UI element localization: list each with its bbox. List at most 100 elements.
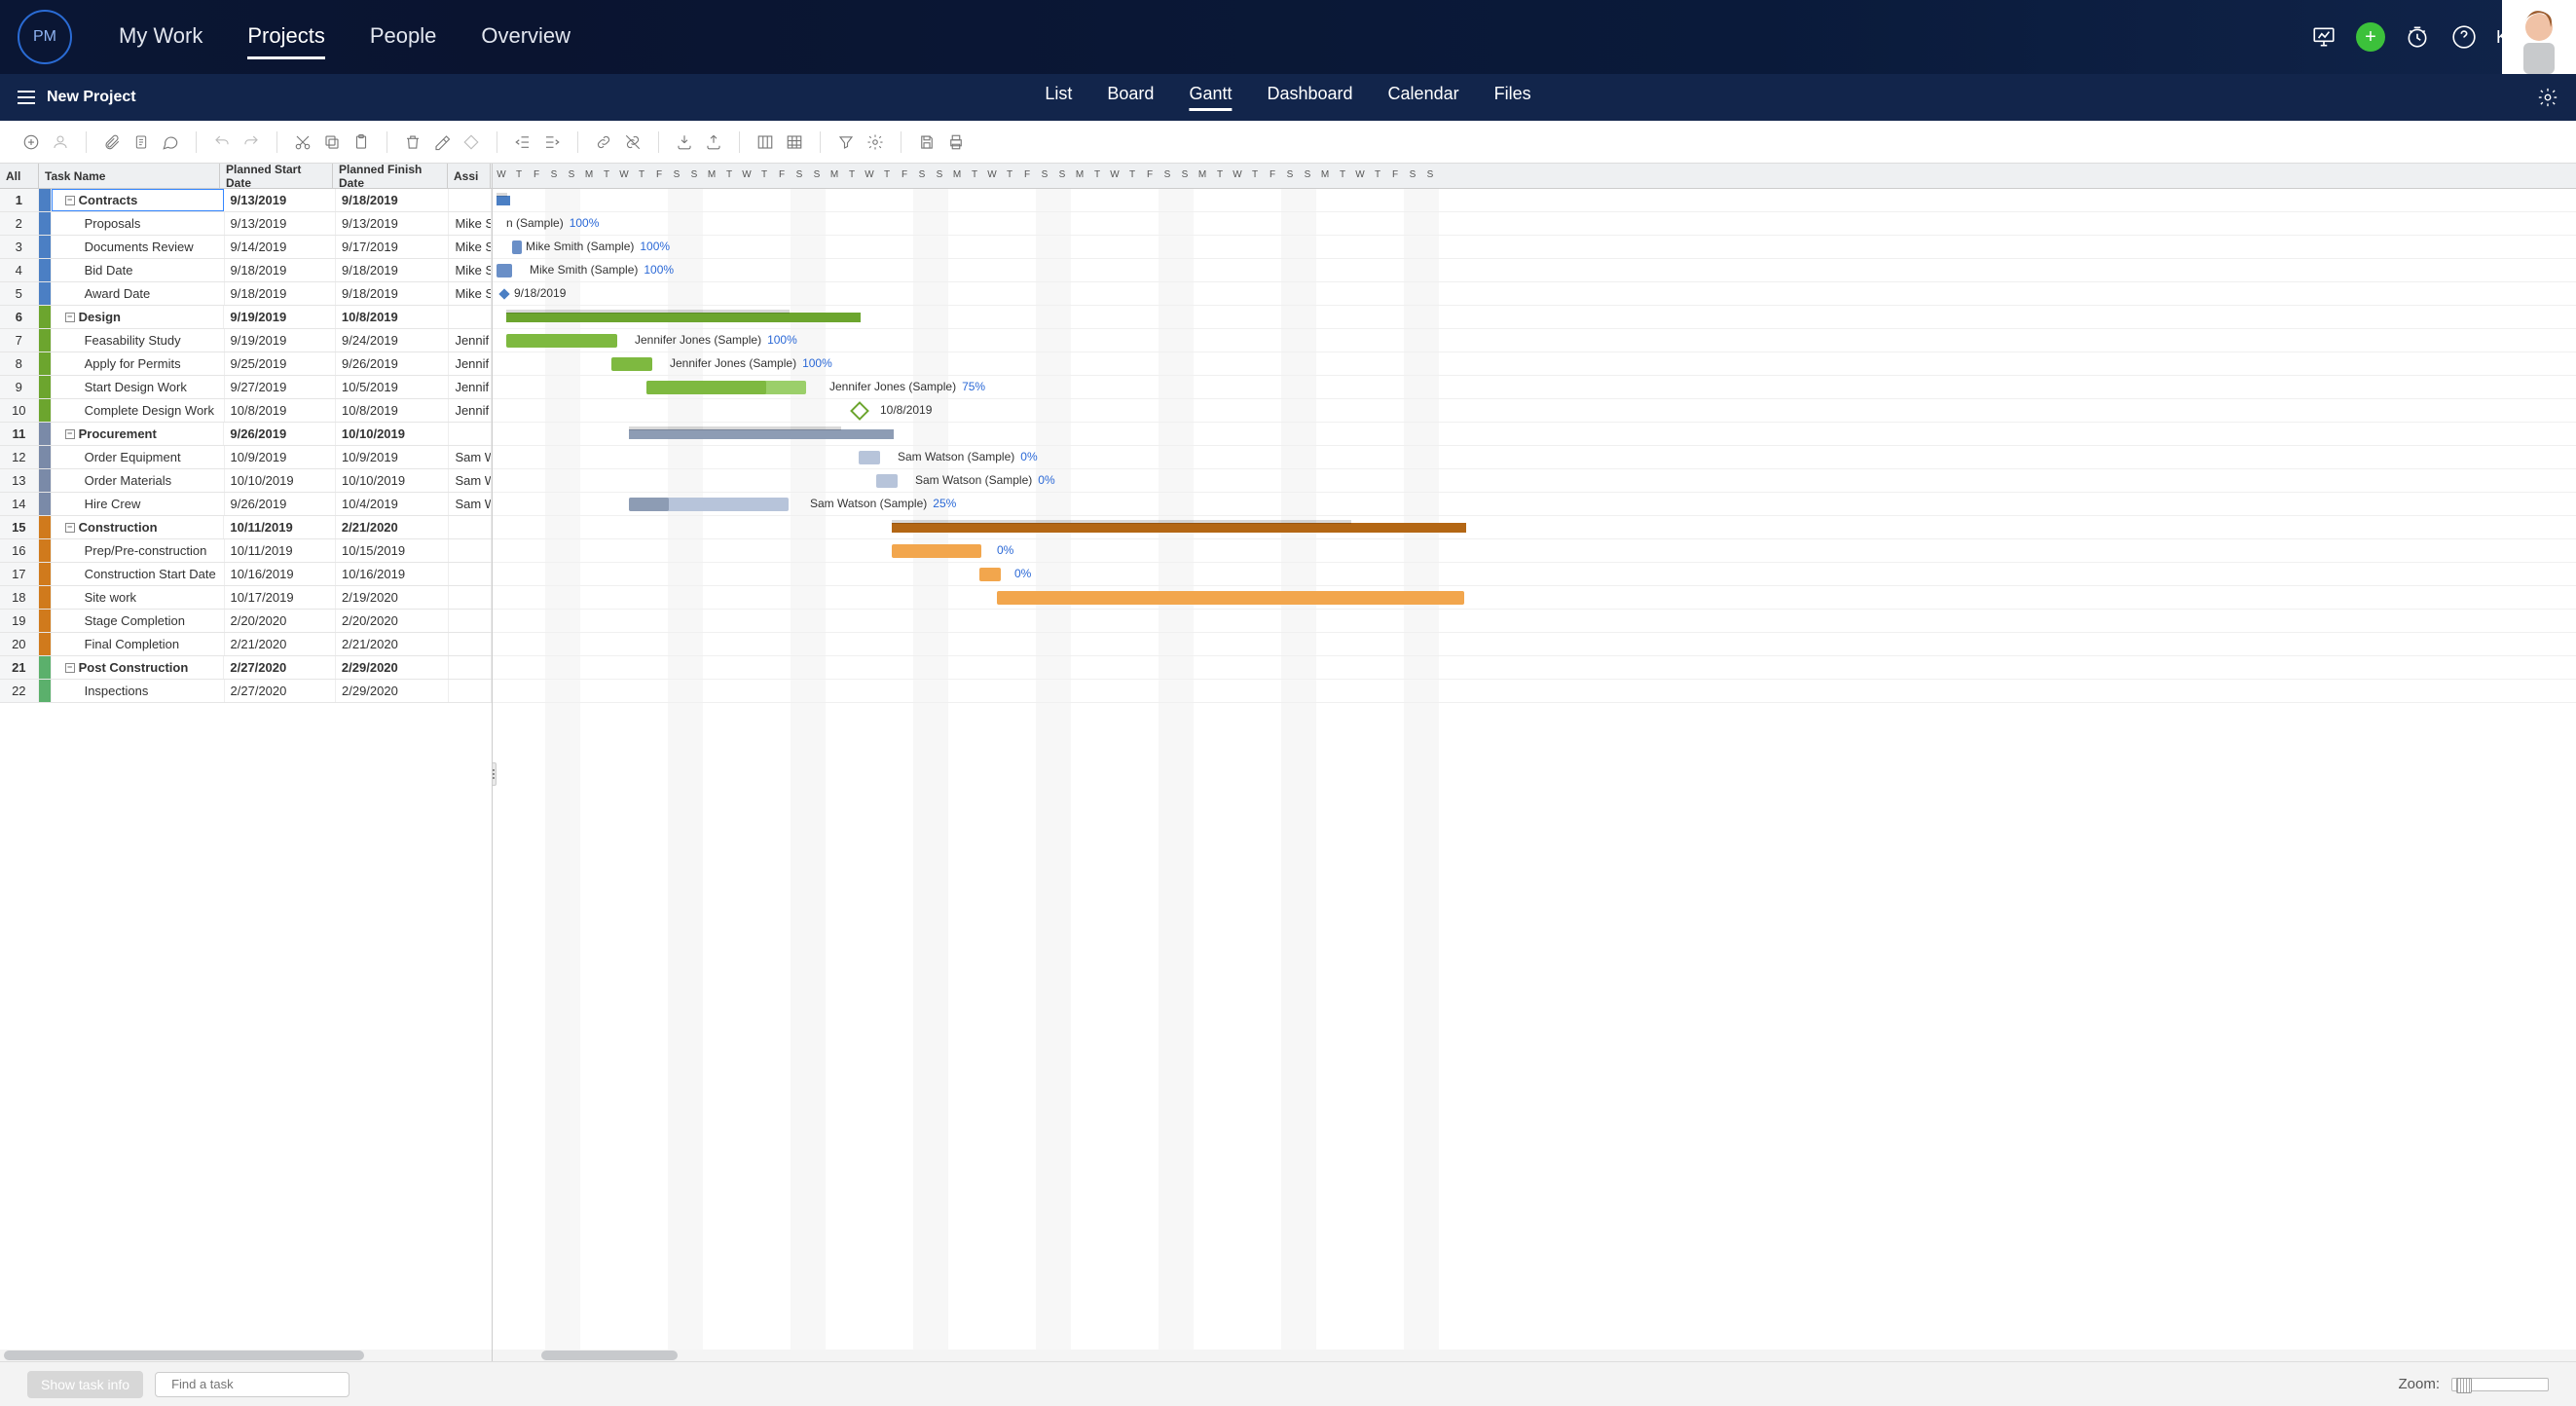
gantt-bar[interactable] xyxy=(512,240,522,254)
assign-icon[interactable] xyxy=(47,129,74,156)
col-all[interactable]: All xyxy=(0,164,39,188)
outdent-icon[interactable] xyxy=(509,129,536,156)
task-row[interactable]: 9Start Design Work9/27/201910/5/2019Jenn… xyxy=(0,376,492,399)
unlink-icon[interactable] xyxy=(619,129,646,156)
add-button[interactable]: + xyxy=(2356,22,2385,52)
undo-icon[interactable] xyxy=(208,129,236,156)
task-row[interactable]: 11−Procurement9/26/201910/10/2019 xyxy=(0,423,492,446)
tag-icon[interactable] xyxy=(458,129,485,156)
link-icon[interactable] xyxy=(590,129,617,156)
task-row[interactable]: 19Stage Completion2/20/20202/20/2020 xyxy=(0,610,492,633)
gantt-summary-bar[interactable] xyxy=(497,196,510,205)
view-dashboard[interactable]: Dashboard xyxy=(1267,84,1352,111)
gantt-hscroll[interactable] xyxy=(493,1350,2576,1361)
show-task-info-button[interactable]: Show task info xyxy=(27,1371,143,1398)
presentation-icon[interactable] xyxy=(2309,22,2338,52)
gantt-chart: WTFSSMTWTFSSMTWTFSSMTWTFSSMTWTFSSMTWTFSS… xyxy=(493,164,2576,1361)
task-row[interactable]: 14Hire Crew9/26/201910/4/2019Sam W xyxy=(0,493,492,516)
delete-icon[interactable] xyxy=(399,129,426,156)
avatar[interactable] xyxy=(2502,0,2576,74)
gantt-bar[interactable] xyxy=(859,451,880,464)
indent-icon[interactable] xyxy=(538,129,566,156)
cut-icon[interactable] xyxy=(289,129,316,156)
gantt-summary-bar[interactable] xyxy=(629,429,894,439)
task-row[interactable]: 18Site work10/17/20192/19/2020 xyxy=(0,586,492,610)
expander-icon[interactable]: − xyxy=(65,313,75,322)
col-assi[interactable]: Assi xyxy=(448,164,491,188)
grid-hscroll[interactable] xyxy=(0,1350,492,1361)
zoom-slider[interactable] xyxy=(2451,1378,2549,1391)
task-row[interactable]: 6−Design9/19/201910/8/2019 xyxy=(0,306,492,329)
comment-icon[interactable] xyxy=(157,129,184,156)
project-settings-icon[interactable] xyxy=(2537,87,2558,108)
gantt-bar-label: 0% xyxy=(1009,567,1031,580)
clear-icon[interactable] xyxy=(428,129,456,156)
import-icon[interactable] xyxy=(671,129,698,156)
task-row[interactable]: 4Bid Date9/18/20199/18/2019Mike S xyxy=(0,259,492,282)
task-row[interactable]: 22Inspections2/27/20202/29/2020 xyxy=(0,680,492,703)
gantt-milestone[interactable] xyxy=(850,401,869,421)
task-row[interactable]: 1−Contracts9/13/20199/18/2019 xyxy=(0,189,492,212)
gantt-bar[interactable] xyxy=(506,334,617,348)
expander-icon[interactable]: − xyxy=(65,663,75,673)
help-icon[interactable] xyxy=(2449,22,2479,52)
expander-icon[interactable]: − xyxy=(65,523,75,533)
expander-icon[interactable]: − xyxy=(65,429,75,439)
filter-icon[interactable] xyxy=(832,129,860,156)
nav-overview[interactable]: Overview xyxy=(481,16,570,59)
gantt-bar[interactable] xyxy=(611,357,652,371)
task-row[interactable]: 17Construction Start Date10/16/201910/16… xyxy=(0,563,492,586)
view-files[interactable]: Files xyxy=(1494,84,1531,111)
gantt-bar[interactable] xyxy=(979,568,1001,581)
col-task-name[interactable]: Task Name xyxy=(39,164,220,188)
nav-people[interactable]: People xyxy=(370,16,437,59)
grid-icon[interactable] xyxy=(781,129,808,156)
gantt-bar[interactable] xyxy=(876,474,898,488)
task-row[interactable]: 20Final Completion2/21/20202/21/2020 xyxy=(0,633,492,656)
columns-icon[interactable] xyxy=(752,129,779,156)
nav-projects[interactable]: Projects xyxy=(247,16,324,59)
export-icon[interactable] xyxy=(700,129,727,156)
gantt-bar-label: Sam Watson (Sample)0% xyxy=(915,473,1055,487)
task-row[interactable]: 10Complete Design Work10/8/201910/8/2019… xyxy=(0,399,492,423)
task-row[interactable]: 2Proposals9/13/20199/13/2019Mike S xyxy=(0,212,492,236)
task-row[interactable]: 3Documents Review9/14/20199/17/2019Mike … xyxy=(0,236,492,259)
task-row[interactable]: 16Prep/Pre-construction10/11/201910/15/2… xyxy=(0,539,492,563)
notes-icon[interactable] xyxy=(128,129,155,156)
redo-icon[interactable] xyxy=(238,129,265,156)
task-row[interactable]: 7Feasability Study9/19/20199/24/2019Jenn… xyxy=(0,329,492,352)
add-task-icon[interactable] xyxy=(18,129,45,156)
hamburger-icon[interactable] xyxy=(18,91,35,104)
task-row[interactable]: 5Award Date9/18/20199/18/2019Mike S xyxy=(0,282,492,306)
col-planned-finish-date[interactable]: Planned Finish Date xyxy=(333,164,448,188)
copy-icon[interactable] xyxy=(318,129,346,156)
view-calendar[interactable]: Calendar xyxy=(1388,84,1459,111)
main-split: AllTask NamePlanned Start DatePlanned Fi… xyxy=(0,164,2576,1361)
settings-icon[interactable] xyxy=(862,129,889,156)
gantt-bar[interactable] xyxy=(892,544,981,558)
print-icon[interactable] xyxy=(942,129,970,156)
gantt-bar[interactable] xyxy=(997,591,1464,605)
find-task-input[interactable] xyxy=(171,1377,343,1391)
nav-my-work[interactable]: My Work xyxy=(119,16,202,59)
task-row[interactable]: 8Apply for Permits9/25/20199/26/2019Jenn… xyxy=(0,352,492,376)
timer-icon[interactable] xyxy=(2403,22,2432,52)
gantt-bar[interactable] xyxy=(497,264,512,278)
gantt-summary-bar[interactable] xyxy=(892,523,1466,533)
expander-icon[interactable]: − xyxy=(65,196,75,205)
brand-logo[interactable]: PM xyxy=(18,10,72,64)
task-row[interactable]: 21−Post Construction2/27/20202/29/2020 xyxy=(0,656,492,680)
view-board[interactable]: Board xyxy=(1107,84,1154,111)
save-icon[interactable] xyxy=(913,129,940,156)
view-gantt[interactable]: Gantt xyxy=(1189,84,1232,111)
attachment-icon[interactable] xyxy=(98,129,126,156)
gantt-bar-label: Mike Smith (Sample)100% xyxy=(526,240,670,253)
view-list[interactable]: List xyxy=(1045,84,1072,111)
find-task-field[interactable] xyxy=(155,1372,350,1397)
task-row[interactable]: 12Order Equipment10/9/201910/9/2019Sam W xyxy=(0,446,492,469)
task-row[interactable]: 15−Construction10/11/20192/21/2020 xyxy=(0,516,492,539)
task-row[interactable]: 13Order Materials10/10/201910/10/2019Sam… xyxy=(0,469,492,493)
gantt-summary-bar[interactable] xyxy=(506,313,861,322)
paste-icon[interactable] xyxy=(348,129,375,156)
col-planned-start-date[interactable]: Planned Start Date xyxy=(220,164,333,188)
